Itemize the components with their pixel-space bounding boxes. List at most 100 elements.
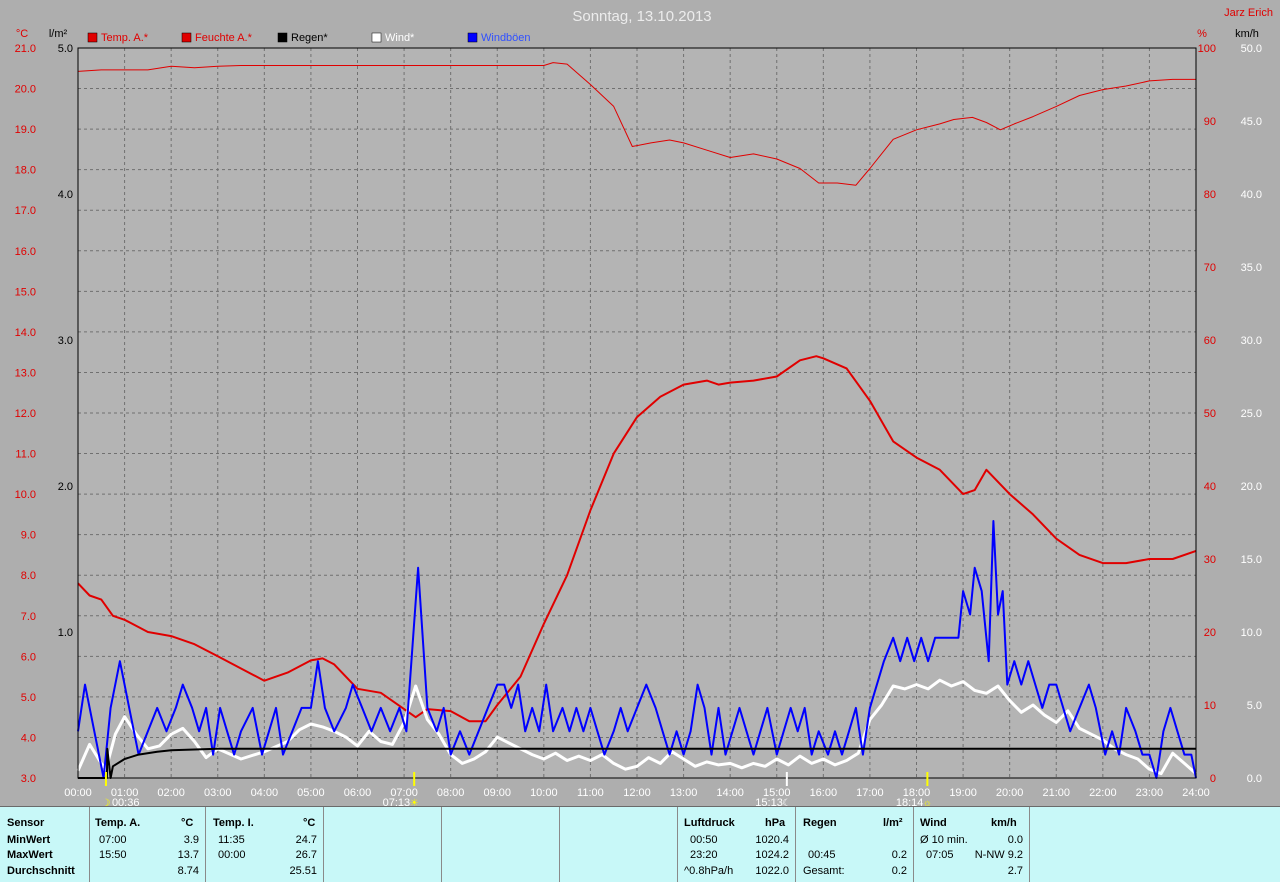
luftdruck-min-time: 00:50 bbox=[690, 834, 718, 846]
humidity-tick-label: 50 bbox=[1204, 408, 1216, 420]
temp-a-avg-value: 8.74 bbox=[177, 865, 199, 877]
time-tick-label: 06:00 bbox=[344, 787, 372, 799]
rain-unit-label: l/m² bbox=[49, 28, 68, 40]
temp-tick-label: 8.0 bbox=[21, 570, 36, 582]
regen-max-time: 00:45 bbox=[808, 849, 836, 861]
weather-chart: Sonntag, 13.10.2013 Jarz Erich °C l/m² %… bbox=[15, 7, 1273, 806]
legend-label: Windböen bbox=[481, 32, 531, 44]
temp-tick-label: 4.0 bbox=[21, 732, 36, 744]
chart-title: Sonntag, 13.10.2013 bbox=[572, 8, 711, 25]
author-label: Jarz Erich bbox=[1224, 7, 1273, 19]
time-tick-label: 03:00 bbox=[204, 787, 232, 799]
time-tick-label: 19:00 bbox=[949, 787, 977, 799]
statistics-panel: Sensor MinWert MaxWert Durchschnitt Temp… bbox=[0, 806, 1280, 882]
regen-total-value: 0.2 bbox=[891, 865, 907, 877]
moonrise-marker-time: 00:36 bbox=[112, 797, 140, 806]
luftdruck-trend: ^0.8hPa/h bbox=[684, 865, 734, 877]
wind-tick-label: 15.0 bbox=[1241, 554, 1262, 566]
temp-a-max-value: 13.7 bbox=[177, 849, 199, 861]
humidity-tick-label: 10 bbox=[1204, 700, 1216, 712]
wind-tick-label: 45.0 bbox=[1241, 116, 1262, 128]
rain-tick-label: 1.0 bbox=[58, 627, 73, 639]
legend-item: Regen* bbox=[277, 32, 328, 44]
temp-a-title: Temp. A. bbox=[95, 817, 141, 829]
legend-swatch bbox=[277, 32, 288, 43]
temp-tick-label: 9.0 bbox=[21, 530, 36, 542]
wind-avg10-value: 0.0 bbox=[1007, 834, 1023, 846]
wind-tick-label: 5.0 bbox=[1247, 700, 1262, 712]
wind-tick-label: 25.0 bbox=[1241, 408, 1262, 420]
humidity-tick-label: 90 bbox=[1204, 116, 1216, 128]
temp-i-max-time: 00:00 bbox=[218, 849, 246, 861]
time-tick-label: 09:00 bbox=[483, 787, 511, 799]
humidity-unit-label: % bbox=[1197, 28, 1207, 40]
regen-unit: l/m² bbox=[883, 817, 903, 829]
temp-tick-label: 19.0 bbox=[15, 124, 36, 136]
time-tick-label: 21:00 bbox=[1042, 787, 1070, 799]
temp-i-max-value: 26.7 bbox=[295, 849, 317, 861]
time-tick-label: 22:00 bbox=[1089, 787, 1117, 799]
wind-unit-label: km/h bbox=[1235, 28, 1259, 40]
temp-a-min-time: 07:00 bbox=[99, 834, 127, 846]
legend-item: Temp. A.* bbox=[87, 32, 149, 44]
row-label-avg: Durchschnitt bbox=[7, 865, 75, 877]
wind-unit: km/h bbox=[991, 817, 1017, 829]
temp-i-title: Temp. I. bbox=[213, 817, 254, 829]
time-tick-label: 11:00 bbox=[577, 787, 604, 799]
humidity-tick-label: 40 bbox=[1204, 481, 1216, 493]
temp-tick-label: 15.0 bbox=[15, 286, 36, 298]
humidity-tick-label: 100 bbox=[1198, 43, 1216, 55]
humidity-tick-label: 60 bbox=[1204, 335, 1216, 347]
legend-swatch bbox=[181, 32, 192, 43]
time-tick-label: 05:00 bbox=[297, 787, 325, 799]
time-tick-label: 08:00 bbox=[437, 787, 465, 799]
time-tick-label: 14:00 bbox=[716, 787, 744, 799]
temp-tick-label: 12.0 bbox=[15, 408, 36, 420]
humidity-tick-label: 20 bbox=[1204, 627, 1216, 639]
moonset-marker-icon: ☾ bbox=[782, 798, 791, 806]
regen-title: Regen bbox=[803, 817, 837, 829]
row-label-max: MaxWert bbox=[7, 849, 53, 861]
temp-i-min-value: 24.7 bbox=[295, 834, 317, 846]
rain-tick-label: 2.0 bbox=[58, 481, 73, 493]
wind-tick-label: 35.0 bbox=[1241, 262, 1262, 274]
humidity-tick-label: 0 bbox=[1210, 773, 1216, 785]
temp-tick-label: 7.0 bbox=[21, 611, 36, 623]
wind-tick-label: 10.0 bbox=[1241, 627, 1262, 639]
sunset-marker-time: 18:14 bbox=[896, 797, 924, 806]
luftdruck-stats: Luftdruck hPa 00:50 1020.4 23:20 1024.2 … bbox=[677, 807, 796, 882]
time-tick-label: 00:00 bbox=[64, 787, 92, 799]
temp-a-unit: °C bbox=[181, 817, 194, 829]
luftdruck-max-time: 23:20 bbox=[690, 849, 718, 861]
sensor-column: Sensor MinWert MaxWert Durchschnitt bbox=[0, 807, 90, 882]
legend-swatch bbox=[87, 32, 98, 43]
sunrise-marker-icon: ☀ bbox=[410, 798, 419, 806]
legend-swatch bbox=[467, 32, 478, 43]
time-tick-label: 13:00 bbox=[670, 787, 698, 799]
regen-total-label: Gesamt: bbox=[803, 865, 845, 877]
time-tick-label: 04:00 bbox=[251, 787, 279, 799]
temp-tick-label: 18.0 bbox=[15, 165, 36, 177]
humidity-tick-label: 70 bbox=[1204, 262, 1216, 274]
time-tick-label: 12:00 bbox=[623, 787, 651, 799]
temp-a-max-time: 15:50 bbox=[99, 849, 127, 861]
temp-tick-label: 20.0 bbox=[15, 84, 36, 96]
time-tick-label: 24:00 bbox=[1182, 787, 1210, 799]
temp-tick-label: 3.0 bbox=[21, 773, 36, 785]
empty-column-3 bbox=[559, 807, 678, 882]
legend-item: Windböen bbox=[467, 32, 531, 44]
temp-i-avg-value: 25.51 bbox=[289, 865, 317, 877]
temp-tick-label: 10.0 bbox=[15, 489, 36, 501]
temp-tick-label: 17.0 bbox=[15, 205, 36, 217]
time-tick-label: 02:00 bbox=[157, 787, 185, 799]
wind-tick-label: 40.0 bbox=[1241, 189, 1262, 201]
temp-tick-label: 5.0 bbox=[21, 692, 36, 704]
time-tick-label: 23:00 bbox=[1136, 787, 1164, 799]
wind-stats: Wind km/h Ø 10 min. 0.0 07:05 N-NW 9.2 2… bbox=[913, 807, 1030, 882]
legend-item: Wind* bbox=[371, 32, 415, 44]
humidity-tick-label: 80 bbox=[1204, 189, 1216, 201]
temp-a-stats: Temp. A. °C 07:00 3.9 15:50 13.7 8.74 bbox=[89, 807, 206, 882]
wind-tick-label: 20.0 bbox=[1241, 481, 1262, 493]
time-tick-label: 10:00 bbox=[530, 787, 558, 799]
temp-tick-label: 13.0 bbox=[15, 367, 36, 379]
